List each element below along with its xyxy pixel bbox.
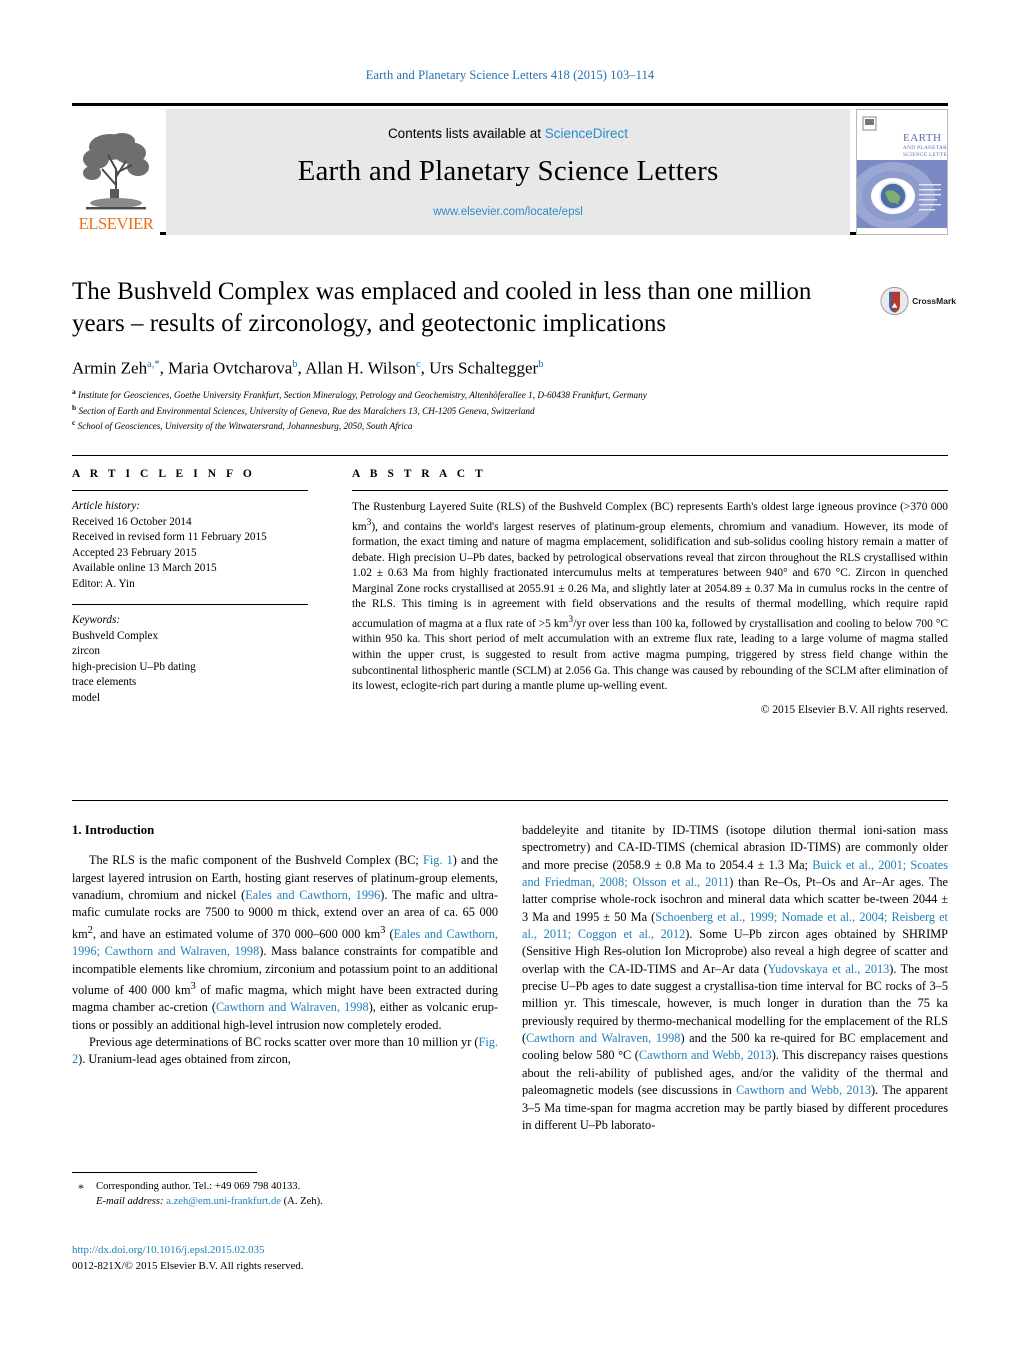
title-block: The Bushveld Complex was emplaced and co…: [72, 276, 862, 340]
journal-title: Earth and Planetary Science Letters: [297, 155, 719, 187]
journal-homepage-link[interactable]: www.elsevier.com/locate/epsl: [433, 206, 583, 218]
keyword-item: zircon: [72, 645, 100, 657]
keyword-item: Bushveld Complex: [72, 629, 159, 642]
keywords-divider: [72, 604, 308, 605]
footnote-text: Corresponding author. Tel.: +49 069 798 …: [96, 1181, 301, 1192]
article-info-divider: [72, 490, 308, 491]
footnote-corresponding-author: * Corresponding author. Tel.: +49 069 79…: [72, 1180, 498, 1195]
abstract-bottom-rule: [72, 800, 948, 801]
page-title: The Bushveld Complex was emplaced and co…: [72, 278, 812, 337]
crossmark-label: CrossMark: [912, 296, 956, 306]
article-editor: Editor: A. Yin: [72, 577, 135, 590]
email-label: E-mail address:: [96, 1195, 164, 1207]
paragraph: The RLS is the mafic component of the Bu…: [72, 853, 498, 1032]
section-heading-introduction: 1. Introduction: [72, 823, 155, 837]
elsevier-logo: ELSEVIER: [72, 109, 160, 235]
crossmark-badge[interactable]: CrossMark: [880, 283, 956, 319]
abstract-copyright: © 2015 Elsevier B.V. All rights reserved…: [760, 703, 948, 716]
elsevier-wordmark: ELSEVIER: [78, 214, 154, 233]
footnote-divider: [72, 1172, 257, 1173]
email-link[interactable]: a.zeh@em.uni-frankfurt.de: [166, 1196, 281, 1207]
abstract-divider: [352, 490, 948, 491]
article-info-heading: A R T I C L E I N F O: [72, 468, 256, 480]
sciencedirect-link[interactable]: ScienceDirect: [545, 126, 628, 141]
keyword-item: model: [72, 691, 100, 704]
running-head: Earth and Planetary Science Letters 418 …: [365, 68, 655, 82]
article-first-page: Earth and Planetary Science Letters 418 …: [0, 0, 1020, 1351]
affiliation-item: b Section of Earth and Environmental Sci…: [72, 402, 948, 418]
article-history-label: Article history:: [72, 500, 141, 512]
contents-prefix: Contents lists available at: [387, 126, 545, 141]
footnote-email: E-mail address: a.zeh@em.uni-frankfurt.d…: [72, 1195, 498, 1210]
article-info-block: A R T I C L E I N F O Article history: R…: [72, 468, 322, 706]
article-history-item: Accepted 23 February 2015: [72, 546, 197, 559]
abstract-text: The Rustenburg Layered Suite (RLS) of th…: [352, 501, 948, 693]
keyword-item: trace elements: [72, 676, 137, 688]
email-suffix: (A. Zeh).: [283, 1195, 323, 1207]
doi-link[interactable]: http://dx.doi.org/10.1016/j.epsl.2015.02…: [72, 1243, 498, 1259]
body-column-right: baddeleyite and titanite by ID-TIMS (iso…: [522, 822, 948, 1134]
paragraph: baddeleyite and titanite by ID-TIMS (iso…: [522, 823, 949, 1132]
svg-text:SCIENCE LETTERS: SCIENCE LETTERS: [903, 152, 947, 158]
affiliation-text: School of Geosciences, University of the…: [77, 421, 413, 432]
article-history-item: Received in revised form 11 February 201…: [72, 531, 267, 543]
journal-masthead: ELSEVIER Contents lists available at Sci…: [72, 103, 948, 235]
crossmark-icon: [880, 286, 909, 316]
body-column-left: 1. Introduction The RLS is the mafic com…: [72, 822, 498, 1069]
affiliation-item: c School of Geosciences, University of t…: [72, 417, 948, 433]
asterisk-icon: *: [78, 1181, 84, 1195]
journal-band: Contents lists available at ScienceDirec…: [166, 109, 850, 235]
article-history-item: Available online 13 March 2015: [72, 562, 217, 574]
issn-copyright-line: 0012-821X/© 2015 Elsevier B.V. All right…: [72, 1259, 304, 1272]
footnote-block: * Corresponding author. Tel.: +49 069 79…: [72, 1180, 498, 1209]
author-list: Armin Zeha,*, Maria Ovtcharovab, Allan H…: [72, 358, 544, 378]
affiliation-item: a Institute for Geosciences, Goethe Univ…: [72, 386, 948, 402]
elsevier-tree-icon: [80, 129, 152, 215]
affiliation-mark: c: [72, 418, 76, 428]
keywords-label: Keywords:: [72, 614, 121, 626]
abstract-block: A B S T R A C T The Rustenburg Layered S…: [352, 468, 948, 716]
abstract-heading: A B S T R A C T: [352, 468, 487, 480]
paragraph: Previous age determinations of BC rocks …: [72, 1034, 498, 1067]
affiliation-mark: b: [72, 402, 77, 412]
svg-text:AND PLANETARY: AND PLANETARY: [903, 145, 947, 151]
affiliation-text: Institute for Geosciences, Goethe Univer…: [78, 390, 647, 401]
imprint-block: http://dx.doi.org/10.1016/j.epsl.2015.02…: [72, 1243, 498, 1274]
affiliation-text: Section of Earth and Environmental Scien…: [78, 405, 535, 416]
article-info-top-rule: [72, 455, 948, 456]
svg-text:EARTH: EARTH: [903, 132, 942, 144]
journal-cover-thumbnail: EARTH AND PLANETARY SCIENCE LETTERS: [856, 109, 948, 235]
affiliation-list: a Institute for Geosciences, Goethe Univ…: [72, 386, 948, 433]
article-history-item: Received 16 October 2014: [72, 515, 192, 528]
affiliation-mark: a: [72, 387, 76, 396]
keyword-item: high-precision U–Pb dating: [72, 660, 196, 673]
contents-available-line: Contents lists available at ScienceDirec…: [388, 126, 628, 141]
